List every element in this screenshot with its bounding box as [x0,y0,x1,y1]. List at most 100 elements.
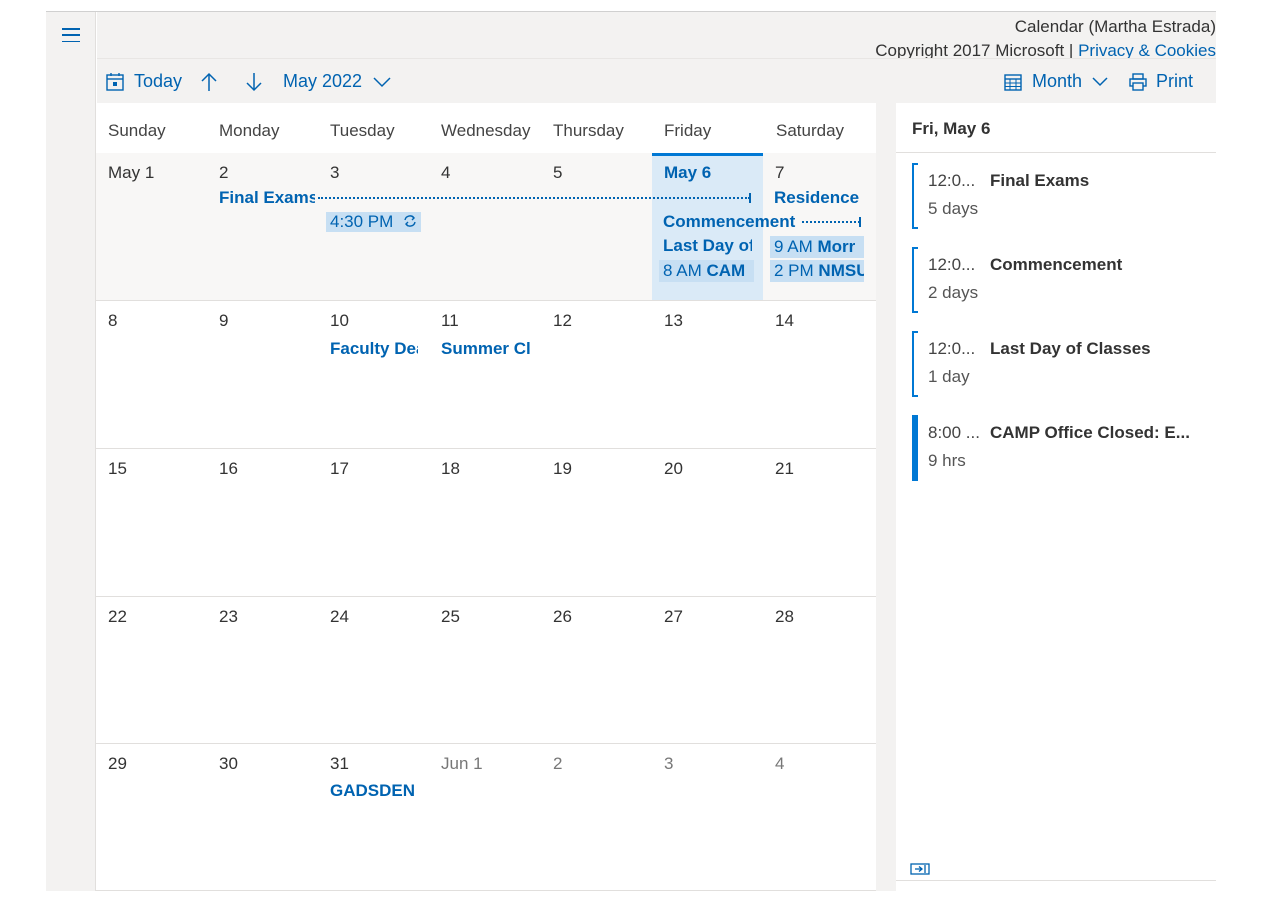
week-row: 22 23 24 25 26 27 28 [96,597,876,744]
agenda-duration: 5 days [928,199,979,218]
day-number: 9 [219,311,229,330]
chevron-down-icon [1092,76,1108,86]
day-number: 8 [108,311,118,330]
day-cell[interactable]: 20 [652,449,763,596]
agenda-duration: 1 day [928,367,970,386]
day-number: 7 [775,163,785,182]
agenda-date-heading: Fri, May 6 [896,103,1216,153]
day-cell[interactable]: 4 [763,744,876,890]
day-number: 31 [330,754,349,773]
week-row: May 1 2 3 4 5 May 6 7 Final Exams Reside… [96,153,876,301]
day-cell[interactable]: May 1 [96,153,207,300]
day-number: 21 [775,459,794,478]
agenda-item[interactable]: 12:0... Final Exams 5 days [912,163,1212,229]
week-row: 29 30 31 Jun 1 2 3 4 GADSDEN [96,744,876,891]
day-cell[interactable]: 10 [318,301,429,448]
day-number: 25 [441,607,460,626]
day-cell[interactable]: 2 [541,744,652,890]
weekday-label: Friday [664,121,712,140]
event-time: 8 AM [663,261,702,280]
day-cell[interactable]: 4 [429,153,541,300]
event-span-line [802,221,860,223]
day-cell[interactable]: 23 [207,597,318,743]
event-last-day[interactable]: Last Day of [663,235,752,257]
print-button[interactable]: Print [1128,59,1193,104]
event-subject: NMSU [818,261,864,280]
event-sat-morning[interactable]: 9 AM Morr [770,236,864,258]
arrow-down-icon [246,72,262,91]
today-label: Today [134,71,183,91]
day-cell[interactable]: 27 [652,597,763,743]
event-camp-office[interactable]: 8 AM CAM [659,260,754,282]
day-cell[interactable]: 13 [652,301,763,448]
day-cell[interactable]: 19 [541,449,652,596]
day-cell[interactable]: Jun 1 [429,744,541,890]
day-cell[interactable]: 8 [96,301,207,448]
day-cell[interactable]: 9 [207,301,318,448]
day-cell[interactable]: 12 [541,301,652,448]
day-cell[interactable]: 29 [96,744,207,890]
day-cell[interactable]: 11 [429,301,541,448]
toolbar: Today May 2022 Month Print [97,58,1216,103]
agenda-time: 8:00 ... [928,423,980,442]
next-month-button[interactable] [245,59,263,104]
day-cell[interactable]: 18 [429,449,541,596]
agenda-duration: 9 hrs [928,451,966,470]
event-span-end [859,217,861,227]
day-cell[interactable]: 2 [207,153,318,300]
calendar-title: Calendar (Martha Estrada) [1014,17,1216,36]
view-switcher[interactable]: Month [1003,59,1109,104]
day-number: 12 [553,311,572,330]
pane-separator [876,103,896,891]
event-faculty[interactable]: Faculty Dea [330,338,418,360]
day-cell[interactable]: 26 [541,597,652,743]
day-number: 19 [553,459,572,478]
day-number: Jun 1 [441,754,483,773]
day-number: 13 [664,311,683,330]
weekday-header: Sunday Monday Tuesday Wednesday Thursday… [96,103,876,153]
day-cell[interactable]: 28 [763,597,876,743]
day-cell[interactable]: 5 [541,153,652,300]
nav-rail [46,12,96,891]
day-cell[interactable]: 16 [207,449,318,596]
day-cell[interactable]: 24 [318,597,429,743]
day-cell[interactable]: 21 [763,449,876,596]
agenda-item[interactable]: 12:0... Commencement 2 days [912,247,1212,313]
collapse-pane-icon[interactable] [910,862,930,876]
day-number: May 1 [108,163,155,182]
event-commencement[interactable]: Commencement [663,211,803,233]
agenda-subject: CAMP Office Closed: E... [990,423,1190,442]
calendar-grid-icon [1004,73,1022,91]
weekday-label: Monday [219,121,280,140]
event-final-exams[interactable]: Final Exams [219,187,315,209]
day-number: May 6 [664,163,712,182]
print-label: Print [1156,71,1194,91]
day-cell[interactable]: 3 [652,744,763,890]
hamburger-icon[interactable] [62,28,80,42]
day-cell[interactable]: 17 [318,449,429,596]
event-residence[interactable]: Residence [774,187,864,209]
day-cell[interactable]: 30 [207,744,318,890]
today-button[interactable]: Today [105,59,182,104]
day-cell[interactable]: 22 [96,597,207,743]
agenda-item[interactable]: 12:0... Last Day of Classes 1 day [912,331,1212,397]
chevron-down-icon [373,76,391,87]
day-cell[interactable]: 31 [318,744,429,890]
day-number: 22 [108,607,127,626]
event-summer[interactable]: Summer Cl [441,338,531,360]
previous-month-button[interactable] [200,59,218,104]
day-number: 3 [330,163,340,182]
agenda-subject: Last Day of Classes [990,339,1151,358]
day-number: 20 [664,459,683,478]
agenda-item[interactable]: 8:00 ... CAMP Office Closed: E... 9 hrs [912,415,1212,481]
day-number: 15 [108,459,127,478]
event-time: 2 PM [774,261,814,280]
day-cell[interactable]: 14 [763,301,876,448]
day-cell[interactable]: 25 [429,597,541,743]
day-number: 10 [330,311,349,330]
event-sat-nmsu[interactable]: 2 PM NMSU [770,260,864,282]
event-gadsden[interactable]: GADSDEN [330,780,418,802]
month-picker[interactable]: May 2022 [283,59,392,104]
day-cell[interactable]: 15 [96,449,207,596]
event-tue-recurring[interactable]: 4:30 PM [326,212,421,232]
